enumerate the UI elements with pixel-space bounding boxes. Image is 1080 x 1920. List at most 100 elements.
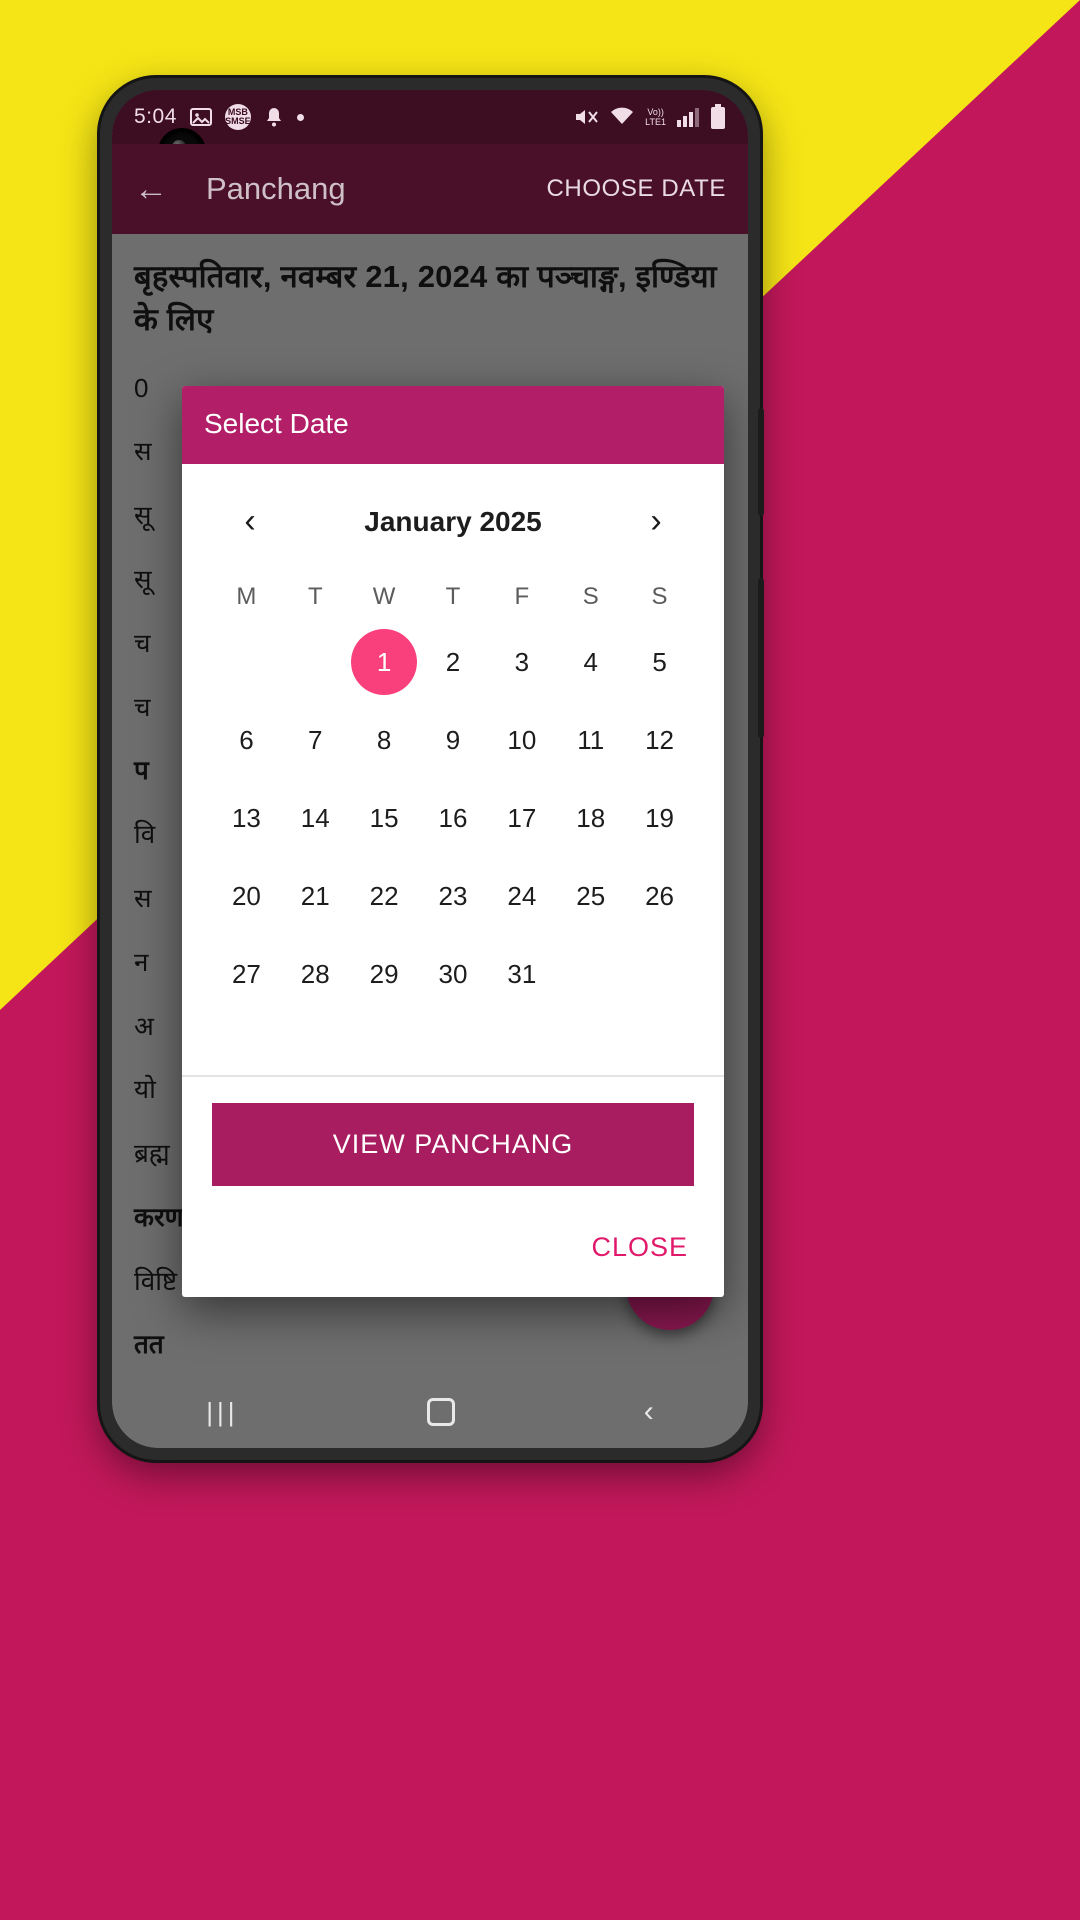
calendar-day-number: 26: [645, 880, 675, 911]
calendar-day-16[interactable]: 16: [419, 781, 488, 855]
calendar-day-number: 12: [645, 724, 675, 755]
choose-date-button[interactable]: CHOOSE DATE: [546, 175, 726, 203]
calendar-day-26[interactable]: 26: [625, 859, 694, 933]
calendar-day-30[interactable]: 30: [419, 937, 488, 1011]
image-icon: [189, 105, 213, 129]
calendar-day-number: 1: [351, 629, 418, 695]
chevron-left-icon[interactable]: ‹: [228, 502, 272, 541]
view-panchang-button[interactable]: VIEW PANCHANG: [212, 1103, 694, 1186]
calendar-day-27[interactable]: 27: [212, 937, 281, 1011]
calendar-day-31[interactable]: 31: [487, 937, 556, 1011]
calendar-day-29[interactable]: 29: [350, 937, 419, 1011]
weekday-label: F: [514, 583, 530, 610]
calendar-day-22[interactable]: 22: [350, 859, 419, 933]
calendar-day-10[interactable]: 10: [487, 703, 556, 777]
weekday-label: T: [307, 583, 323, 610]
calendar-day-9[interactable]: 9: [419, 703, 488, 777]
calendar-day-number: 24: [507, 880, 537, 911]
dialog-actions: VIEW PANCHANG: [182, 1077, 724, 1208]
status-bar-left: 5:04 MSB SMSE: [134, 104, 304, 130]
calendar-day-21[interactable]: 21: [281, 859, 350, 933]
calendar-day-number: 8: [376, 724, 392, 755]
calendar-day-20[interactable]: 20: [212, 859, 281, 933]
signal-bars-icon: [676, 107, 700, 127]
close-button[interactable]: CLOSE: [591, 1232, 688, 1263]
calendar-day-4[interactable]: 4: [556, 625, 625, 699]
calendar-day-number: 29: [369, 958, 399, 989]
calendar-day-grid: 1 2 3 4 5 6 7 8 9 10 11 12 13 14 15 16 17 18 19 20 21 22 23 24 2…: [212, 625, 694, 1011]
status-bar: 5:04 MSB SMSE Vo)) LTE1: [112, 90, 748, 144]
calendar-day-number: 9: [445, 724, 461, 755]
phone-screen-bezel: 5:04 MSB SMSE Vo)) LTE1 ← Panchang CHOOS…: [112, 90, 748, 1448]
calendar-week-row: 13 14 15 16 17 18 19: [212, 781, 694, 855]
nav-back-button[interactable]: ‹: [644, 1395, 654, 1429]
calendar-day-8[interactable]: 8: [350, 703, 419, 777]
home-button[interactable]: [427, 1398, 456, 1426]
calendar-day-3[interactable]: 3: [487, 625, 556, 699]
back-arrow-icon[interactable]: ←: [134, 170, 188, 209]
calendar-day-19[interactable]: 19: [625, 781, 694, 855]
recents-button[interactable]: |||: [206, 1397, 238, 1428]
bell-icon: [263, 105, 285, 129]
calendar-day-number: 5: [652, 646, 667, 677]
volte-line-1: Vo)): [647, 107, 664, 117]
calendar-body: ‹ January 2025 › M T W T F S S 123456789…: [182, 464, 724, 1075]
calendar-day-number: 23: [438, 880, 468, 911]
calendar-day-number: 11: [577, 724, 605, 755]
calendar-day-18[interactable]: 18: [556, 781, 625, 855]
calendar-day-number: 18: [576, 802, 606, 833]
mute-icon: [573, 105, 599, 129]
select-date-dialog: Select Date ‹ January 2025 › M T W T F S: [182, 386, 724, 1297]
calendar-week-row: 20 21 22 23 24 25 26: [212, 859, 694, 933]
weekday-label: W: [372, 583, 396, 610]
calendar-weekday-header: M T W T F S S: [212, 573, 694, 621]
calendar-day-6[interactable]: 6: [212, 703, 281, 777]
power-button[interactable]: [758, 578, 764, 738]
volte-line-2: LTE1: [645, 117, 666, 127]
calendar-day-15[interactable]: 15: [350, 781, 419, 855]
volume-button[interactable]: [758, 408, 764, 516]
calendar-day-number: 13: [231, 802, 261, 833]
panchang-heading: बृहस्पतिवार, नवम्बर 21, 2024 का पञ्चाङ्ग…: [134, 259, 717, 337]
calendar-day-11[interactable]: 11: [556, 703, 625, 777]
calendar-day-14[interactable]: 14: [281, 781, 350, 855]
status-bar-right: Vo)) LTE1: [573, 104, 726, 130]
calendar-day-number: 14: [300, 802, 330, 833]
calendar-day-7[interactable]: 7: [281, 703, 350, 777]
calendar-day-5[interactable]: 5: [625, 625, 694, 699]
weekday-label: T: [445, 583, 461, 610]
calendar-day-13[interactable]: 13: [212, 781, 281, 855]
status-clock: 5:04: [134, 105, 177, 128]
calendar-day-2[interactable]: 2: [419, 625, 488, 699]
calendar-day-28[interactable]: 28: [281, 937, 350, 1011]
calendar-day-number: 15: [369, 802, 399, 833]
calendar-day-1[interactable]: 1: [350, 625, 419, 699]
dialog-title: Select Date: [182, 386, 724, 464]
calendar-day-12[interactable]: 12: [625, 703, 694, 777]
calendar-day-number: 3: [514, 646, 530, 677]
badge-line-2: SMSE: [225, 116, 251, 126]
page-title: Panchang: [206, 171, 346, 206]
calendar-day-number: 20: [231, 880, 261, 911]
calendar-day-24[interactable]: 24: [487, 859, 556, 933]
chevron-right-icon[interactable]: ›: [634, 502, 678, 541]
calendar-day-17[interactable]: 17: [487, 781, 556, 855]
content-line: तत: [134, 1329, 164, 1360]
calendar-day-number: 10: [507, 724, 537, 755]
calendar-day-25[interactable]: 25: [556, 859, 625, 933]
wifi-icon: [609, 106, 635, 128]
battery-icon: [710, 104, 726, 130]
calendar-week-row: 6 7 8 9 10 11 12: [212, 703, 694, 777]
calendar-day-23[interactable]: 23: [419, 859, 488, 933]
calendar-day-number: 19: [645, 802, 675, 833]
calendar-day-number: 6: [239, 724, 254, 755]
calendar-day-number: 7: [308, 724, 323, 755]
volte-icon: Vo)) LTE1: [645, 107, 666, 127]
dot-icon: [296, 113, 304, 121]
calendar-day-number: 22: [369, 880, 399, 911]
calendar-week-row: 12 3 4 5: [212, 625, 694, 699]
calendar-nav: ‹ January 2025 ›: [212, 480, 694, 555]
calendar-day-number: 27: [231, 958, 261, 989]
calendar-day-number: 16: [438, 802, 468, 833]
weekday-label: M: [236, 583, 257, 610]
